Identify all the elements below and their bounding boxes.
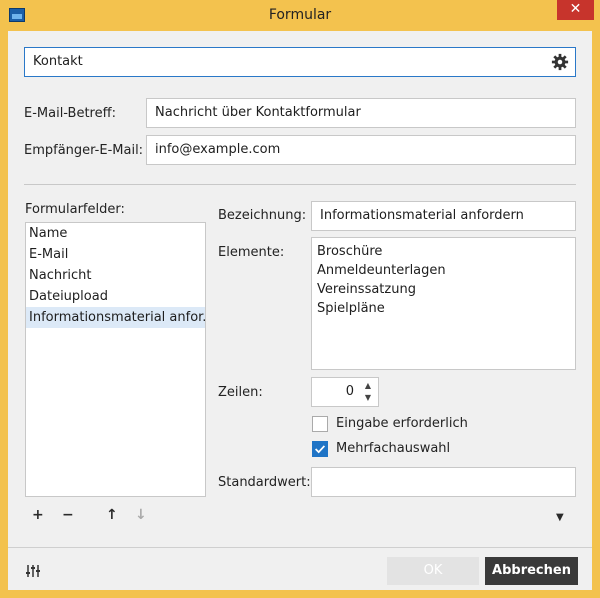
recipient-input[interactable]: info@example.com xyxy=(146,135,576,165)
rows-stepper[interactable]: 0 ▲ ▼ xyxy=(311,377,379,407)
subject-input[interactable]: Nachricht über Kontaktformular xyxy=(146,98,576,128)
element-line: Anmeldeunterlagen xyxy=(317,263,446,278)
required-checkbox[interactable] xyxy=(312,416,328,432)
multiple-checkbox[interactable] xyxy=(312,441,328,457)
form-name-value: Kontakt xyxy=(33,54,83,69)
element-line: Vereinssatzung xyxy=(317,282,416,297)
add-icon[interactable]: + xyxy=(32,507,44,523)
rows-value: 0 xyxy=(345,384,354,399)
rows-label: Zeilen: xyxy=(218,385,263,400)
default-input[interactable] xyxy=(311,467,576,497)
recipient-label: Empfänger-E-Mail: xyxy=(24,143,144,158)
stepper-up-icon[interactable]: ▲ xyxy=(362,380,374,392)
subject-value: Nachricht über Kontaktformular xyxy=(155,105,361,120)
element-line: Broschüre xyxy=(317,244,383,259)
dialog-footer: OK Abbrechen xyxy=(8,547,592,590)
list-item[interactable]: E-Mail xyxy=(26,244,205,265)
form-name-input[interactable]: Kontakt xyxy=(24,47,576,77)
check-icon xyxy=(315,445,326,454)
list-item[interactable]: Nachricht xyxy=(26,265,205,286)
arrow-down-icon[interactable]: ↓ xyxy=(135,507,147,523)
stepper-down-icon[interactable]: ▼ xyxy=(362,392,374,404)
close-button[interactable]: ✕ xyxy=(557,0,594,20)
recipient-value: info@example.com xyxy=(155,142,281,157)
designation-label: Bezeichnung: xyxy=(218,208,307,223)
titlebar: Formular ✕ xyxy=(0,0,600,31)
multiple-label: Mehrfachauswahl xyxy=(336,441,451,456)
list-item[interactable]: Name xyxy=(26,223,205,244)
elements-textarea[interactable]: Broschüre Anmeldeunterlagen Vereinssatzu… xyxy=(311,237,576,370)
ok-button[interactable]: OK xyxy=(387,557,479,585)
list-item[interactable]: Dateiupload xyxy=(26,286,205,307)
designation-input[interactable]: Informationsmaterial anfordern xyxy=(311,201,576,231)
fields-label: Formularfelder: xyxy=(25,202,125,217)
default-label: Standardwert: xyxy=(218,475,311,490)
list-item-selected[interactable]: Informationsmaterial anfor... xyxy=(26,307,205,328)
elements-label: Elemente: xyxy=(218,245,285,260)
window-title: Formular xyxy=(268,7,332,23)
dialog-body: Kontakt E-Mail-Betreff: Nachricht über K… xyxy=(8,31,592,590)
fields-list[interactable]: Name E-Mail Nachricht Dateiupload Inform… xyxy=(25,222,206,497)
remove-icon[interactable]: − xyxy=(62,507,74,523)
required-label: Eingabe erforderlich xyxy=(336,416,468,431)
separator xyxy=(24,184,576,185)
designation-value: Informationsmaterial anfordern xyxy=(320,208,524,223)
dropdown-menu-icon[interactable]: ▼ xyxy=(556,512,564,523)
element-line: Spielpläne xyxy=(317,301,385,316)
dialog-window: Formular ✕ Kontakt E-Mail-Betreff: Nachr… xyxy=(0,0,600,598)
sliders-icon[interactable] xyxy=(25,563,41,579)
gear-icon[interactable] xyxy=(551,53,569,71)
cancel-button[interactable]: Abbrechen xyxy=(485,557,578,585)
arrow-up-icon[interactable]: ↑ xyxy=(106,507,118,523)
subject-label: E-Mail-Betreff: xyxy=(24,106,116,121)
